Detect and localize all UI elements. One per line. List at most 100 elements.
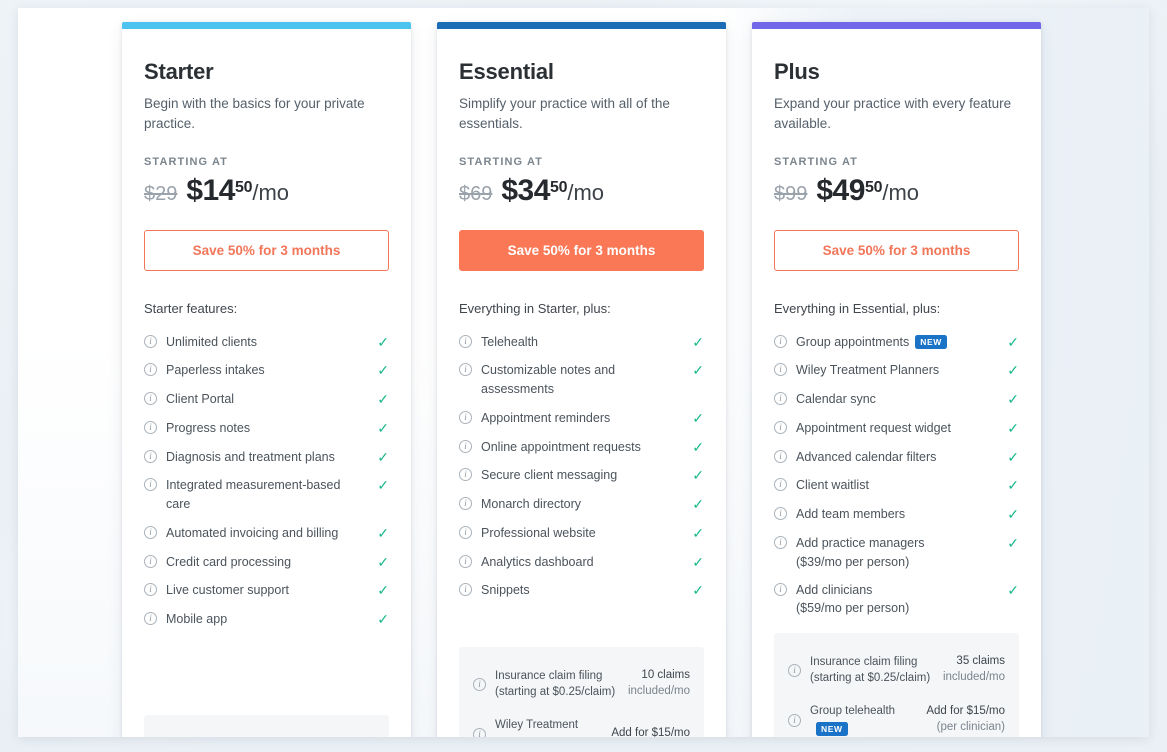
feature-text-wrap: Customizable notes and assessments <box>481 361 683 399</box>
feature-row: i Integrated measurement-based care ✓ <box>144 471 389 519</box>
info-icon[interactable]: i <box>144 612 157 625</box>
new-badge: NEW <box>816 721 848 736</box>
info-icon[interactable]: i <box>459 334 472 348</box>
price-cents: 50 <box>864 178 883 196</box>
feature-row: i Paperless intakes ✓ <box>144 356 389 385</box>
check-icon: ✓ <box>377 582 389 599</box>
price-current: $49 <box>816 173 865 207</box>
check-icon: ✓ <box>692 409 704 426</box>
info-icon[interactable]: i <box>774 507 787 520</box>
info-icon[interactable]: i <box>144 392 157 405</box>
info-icon[interactable]: i <box>774 363 787 377</box>
addon-price-sub: (per clinician) <box>936 721 1005 734</box>
addon-left: i Insurance claim filing (starting at $0.2… <box>473 666 628 701</box>
addon-name: Group telehealth <box>810 704 896 717</box>
feature-text-wrap: Credit card processing <box>166 553 291 572</box>
feature-label: Calendar sync <box>796 392 876 406</box>
addon-price: Add for $15/mo (per clinician) <box>926 703 1005 736</box>
check-icon: ✓ <box>377 524 389 541</box>
info-icon[interactable]: i <box>459 525 472 539</box>
feature-list: i Group appointments NEW ✓ i Wiley Treatment … <box>774 328 1019 623</box>
pricing-card-essential: Essential Simplify your practice with all… <box>437 22 726 737</box>
info-icon[interactable]: i <box>144 478 157 492</box>
pricing-card-starter: Starter Begin with the basics for your pr… <box>122 22 411 737</box>
price-current: $14 <box>186 173 235 207</box>
feature-label: Credit card processing <box>166 554 292 569</box>
check-icon: ✓ <box>1007 419 1019 436</box>
feature-label: Monarch directory <box>481 497 582 511</box>
info-icon[interactable]: i <box>774 392 787 405</box>
feature-row: i Mobile app ✓ <box>144 605 389 634</box>
info-icon[interactable]: i <box>459 439 472 453</box>
info-icon[interactable]: i <box>459 554 472 568</box>
feature-text-wrap: Group appointments NEW <box>796 333 947 352</box>
feature-row: i Customizable notes and assessments ✓ <box>459 356 704 404</box>
feature-label-wrap: i Client waitlist <box>774 476 1006 495</box>
feature-label: Unlimited clients <box>166 334 258 349</box>
feature-label-wrap: i Progress notes <box>144 419 376 438</box>
feature-label-wrap: i Analytics dashboard <box>459 553 691 572</box>
feature-text-wrap: Add clinicians ($59/mo per person) <box>796 581 909 618</box>
feature-row: i Credit card processing ✓ <box>144 548 389 577</box>
info-icon[interactable]: i <box>459 410 472 424</box>
addon-sublabel: (starting at $0.25/claim) <box>495 686 616 699</box>
addon-name-wrap: Wiley Treatment Planner <box>495 715 601 737</box>
feature-label: Integrated measurement-based care <box>166 478 341 511</box>
check-icon: ✓ <box>377 333 389 350</box>
info-icon[interactable]: i <box>788 713 801 727</box>
check-icon: ✓ <box>377 553 389 570</box>
price-cents: 50 <box>549 178 568 196</box>
card-accent-bar <box>437 22 726 29</box>
cta-button-essential[interactable]: Save 50% for 3 months <box>459 229 704 271</box>
info-icon[interactable]: i <box>473 677 486 691</box>
info-icon[interactable]: i <box>144 420 157 434</box>
cta-button-starter[interactable]: Save 50% for 3 months <box>144 229 389 271</box>
info-icon[interactable]: i <box>774 478 787 492</box>
info-icon[interactable]: i <box>774 449 787 463</box>
check-icon: ✓ <box>692 362 704 379</box>
info-icon[interactable]: i <box>459 497 472 510</box>
info-icon[interactable]: i <box>774 582 787 596</box>
card-accent-bar <box>122 22 411 29</box>
info-icon[interactable]: i <box>144 363 157 377</box>
feature-row: i Snippets ✓ <box>459 576 704 605</box>
feature-label-wrap: i Calendar sync <box>774 390 1006 409</box>
info-icon[interactable]: i <box>144 583 157 597</box>
feature-label: Appointment reminders <box>481 410 611 425</box>
feature-label: Appointment request widget <box>796 420 951 435</box>
feature-row: i Add clinicians ($59/mo per person) ✓ <box>774 576 1019 623</box>
price-original: $99 <box>774 182 808 205</box>
feature-row: i Appointment reminders ✓ <box>459 404 704 433</box>
check-icon: ✓ <box>1007 534 1019 551</box>
info-icon[interactable]: i <box>788 663 801 677</box>
feature-text-wrap: Monarch directory <box>481 495 581 514</box>
info-icon[interactable]: i <box>459 583 472 597</box>
info-icon[interactable]: i <box>473 728 486 737</box>
feature-label: Add clinicians <box>796 582 873 597</box>
info-icon[interactable]: i <box>774 535 787 549</box>
feature-label-wrap: i Appointment reminders <box>459 409 691 428</box>
feature-list: i Telehealth ✓ i Customizable notes and asse… <box>459 328 704 606</box>
feature-label: Paperless intakes <box>166 363 265 378</box>
cta-button-plus[interactable]: Save 50% for 3 months <box>774 229 1019 271</box>
addon-name-wrap: Group telehealth NEW <box>810 701 916 737</box>
info-icon[interactable]: i <box>459 363 472 377</box>
pricing-card-plus: Plus Expand your practice with every feat… <box>752 22 1041 737</box>
info-icon[interactable]: i <box>144 449 157 463</box>
feature-text-wrap: Snippets <box>481 581 530 600</box>
feature-label-wrap: i Automated invoicing and billing <box>144 524 376 543</box>
feature-sublabel: ($59/mo per person) <box>796 601 910 616</box>
info-icon[interactable]: i <box>774 334 787 348</box>
feature-text-wrap: Automated invoicing and billing <box>166 524 338 543</box>
check-icon: ✓ <box>1007 581 1019 598</box>
feature-text-wrap: Live customer support <box>166 581 289 600</box>
info-icon[interactable]: i <box>774 420 787 434</box>
info-icon[interactable]: i <box>144 334 157 348</box>
info-icon[interactable]: i <box>144 554 157 568</box>
feature-label-wrap: i Integrated measurement-based care <box>144 476 376 514</box>
info-icon[interactable]: i <box>144 525 157 539</box>
addon-name-wrap: Insurance claim filing (starting at $0.25… <box>495 666 615 701</box>
feature-row: i Online appointment requests ✓ <box>459 433 704 462</box>
addon-price: Add for $15/mo <box>296 735 375 738</box>
info-icon[interactable]: i <box>459 468 472 482</box>
